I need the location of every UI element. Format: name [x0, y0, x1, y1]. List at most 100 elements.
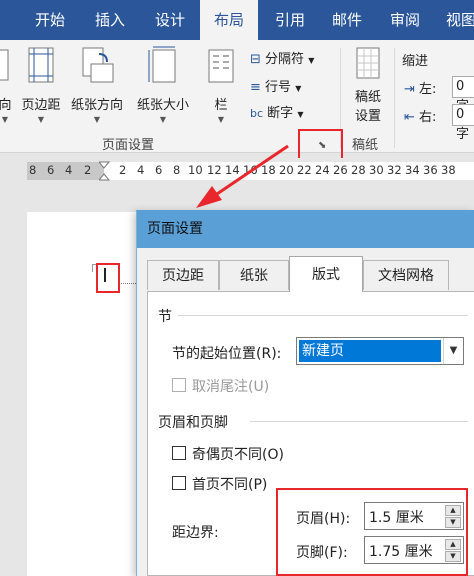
manuscript-icon — [356, 47, 380, 79]
margins-button[interactable]: 页边距 ▼ — [18, 46, 64, 124]
from-edge-label: 距边界: — [172, 525, 219, 541]
indent-title: 缩进 — [402, 54, 429, 69]
ruler-number: 18 — [261, 163, 276, 177]
ruler-number: 24 — [315, 163, 330, 177]
indent-marker-icon[interactable] — [99, 158, 111, 184]
chevron-down-icon: ▼ — [93, 115, 101, 124]
hyphenation-label: 断字 — [267, 106, 294, 121]
ruler-number: 30 — [369, 163, 384, 177]
hyphenation-icon: bc — [250, 107, 264, 120]
indent-left-text: 左: — [419, 82, 437, 97]
ruler-number: 6 — [155, 163, 163, 177]
orientation-icon — [82, 47, 114, 83]
ruler-numbers: 8 6 4 2 2 4 6 8 10 12 14 16 18 20 22 24 … — [27, 163, 474, 179]
odd-even-checkbox[interactable] — [172, 446, 186, 460]
tab-layout[interactable]: 布局 — [200, 0, 258, 40]
margins-label: 页边距 — [21, 98, 61, 113]
indent-right-icon: ⇤ — [404, 110, 415, 125]
text-boundary-line — [118, 283, 138, 284]
ruler-number: 4 — [137, 163, 145, 177]
dialog-tab-paper[interactable]: 纸张 — [219, 260, 289, 290]
tab-home[interactable]: 开始 — [20, 0, 80, 40]
ruler-number: 8 — [29, 163, 37, 177]
chevron-down-icon: ▼ — [159, 115, 167, 124]
orientation-button[interactable]: 纸张方向 ▼ — [66, 46, 128, 124]
suppress-endnotes-label: 取消尾注(U) — [192, 379, 270, 395]
group-divider — [394, 48, 395, 148]
chevron-down-icon: ▼ — [297, 110, 304, 119]
ruler-number: 12 — [207, 163, 222, 177]
tab-design[interactable]: 设计 — [140, 0, 200, 40]
header-footer-highlight-box — [276, 488, 468, 576]
paper-size-button[interactable]: 纸张大小 ▼ — [132, 46, 194, 124]
odd-even-label: 奇偶页不同(O) — [192, 447, 284, 463]
ruler-number: 38 — [441, 163, 456, 177]
dialog-tab-layout[interactable]: 版式 — [289, 256, 363, 292]
ruler-number: 10 — [188, 163, 203, 177]
breaks-icon: ⊟ — [250, 52, 261, 67]
divider — [178, 315, 468, 316]
ribbon-tab-bar: 开始 插入 设计 布局 引用 邮件 审阅 视图 — [0, 0, 474, 40]
section-start-select[interactable]: 新建页 ▼ — [296, 337, 464, 365]
line-numbers-icon: ≡ — [250, 80, 261, 95]
manuscript-settings-button[interactable]: 稿纸 设置 — [348, 46, 388, 124]
ruler-number: 14 — [225, 163, 240, 177]
text-direction-button[interactable]: 向 ▼ — [0, 46, 16, 124]
ruler-number: 32 — [387, 163, 402, 177]
columns-icon — [208, 49, 234, 83]
breaks-label: 分隔符 — [265, 52, 305, 67]
suppress-endnotes-checkbox[interactable] — [172, 378, 186, 392]
chevron-down-icon: ▼ — [295, 84, 302, 93]
tab-review[interactable]: 审阅 — [380, 0, 430, 40]
dialog-tab-margins[interactable]: 页边距 — [147, 260, 219, 290]
section-start-value: 新建页 — [299, 340, 441, 362]
document-page[interactable] — [27, 212, 147, 576]
columns-label: 栏 — [214, 98, 228, 113]
first-page-label: 首页不同(P) — [192, 477, 268, 493]
paper-size-label: 纸张大小 — [136, 98, 189, 113]
header-footer-header: 页眉和页脚 — [158, 415, 228, 431]
ruler-number: 16 — [243, 163, 258, 177]
margins-icon — [28, 47, 54, 83]
line-numbers-button[interactable]: ≡ 行号 ▼ — [250, 76, 301, 95]
breaks-button[interactable]: ⊟ 分隔符 ▼ — [250, 48, 314, 67]
dialog-tab-doc-grid[interactable]: 文档网格 — [363, 260, 449, 290]
indent-right-text: 右: — [419, 110, 437, 125]
horizontal-ruler: 8 6 4 2 2 4 6 8 10 12 14 16 18 20 22 24 … — [0, 158, 474, 184]
ruler-number: 28 — [351, 163, 366, 177]
tab-insert[interactable]: 插入 — [80, 0, 140, 40]
ruler-number: 26 — [333, 163, 348, 177]
indent-left-label: ⇥ 左: — [404, 78, 436, 97]
manuscript-group-label: 稿纸 — [352, 138, 379, 153]
ruler-number: 22 — [297, 163, 312, 177]
cursor-highlight-box — [96, 263, 120, 293]
text-direction-icon — [0, 49, 9, 81]
ruler-number: 34 — [405, 163, 420, 177]
chevron-down-icon: ▼ — [217, 115, 225, 124]
chevron-down-icon: ▼ — [37, 115, 45, 124]
chevron-down-icon: ▼ — [1, 115, 9, 124]
columns-button[interactable]: 栏 ▼ — [204, 46, 238, 124]
tab-mailings[interactable]: 邮件 — [322, 0, 372, 40]
paper-size-icon — [148, 46, 176, 83]
line-numbers-label: 行号 — [265, 80, 292, 95]
ruler-number: 2 — [119, 163, 127, 177]
tab-view[interactable]: 视图 — [436, 0, 474, 40]
indent-left-input[interactable]: 0 字 — [452, 76, 474, 114]
ribbon-layout-panel: 向 ▼ 页边距 ▼ 纸张方向 ▼ 纸张大小 ▼ 栏 ▼ ⊟ 分隔符 ▼ ≡ 行号… — [0, 40, 474, 153]
ruler-number: 20 — [279, 163, 294, 177]
first-page-checkbox[interactable] — [172, 476, 186, 490]
manuscript-label-2: 设置 — [354, 109, 381, 124]
dialog-title: 页面设置 — [137, 210, 474, 248]
ruler-number: 4 — [65, 163, 73, 177]
orientation-label: 纸张方向 — [70, 98, 123, 113]
tab-references[interactable]: 引用 — [262, 0, 318, 40]
ruler-number: 2 — [84, 163, 92, 177]
ruler-number: 36 — [423, 163, 438, 177]
hyphenation-button[interactable]: bc 断字 ▼ — [250, 102, 303, 121]
section-header: 节 — [158, 309, 172, 325]
chevron-down-icon[interactable]: ▼ — [443, 338, 463, 364]
indent-right-input[interactable]: 0 字 — [452, 104, 474, 142]
indent-right-label: ⇤ 右: — [404, 106, 436, 125]
manuscript-label-1: 稿纸 — [354, 90, 381, 105]
